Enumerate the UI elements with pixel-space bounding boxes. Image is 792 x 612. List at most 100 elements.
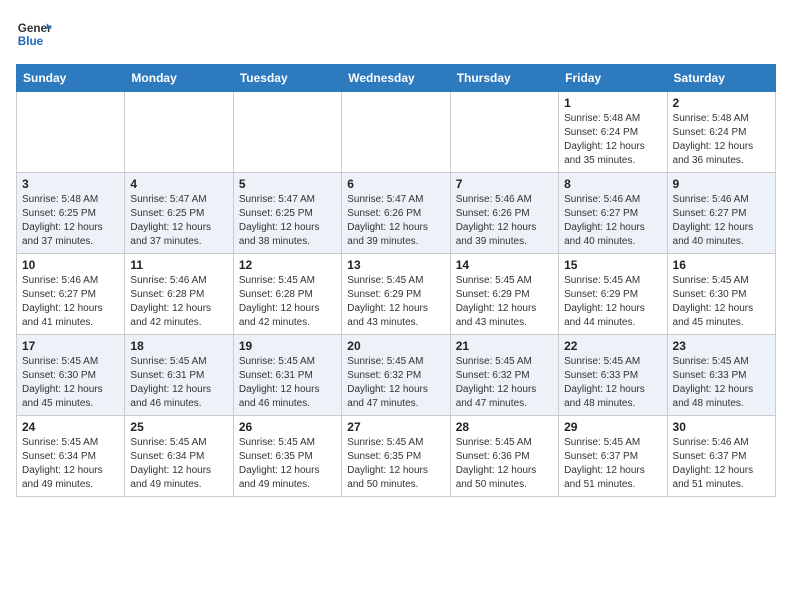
day-info: Sunrise: 5:45 AMSunset: 6:36 PMDaylight:…	[456, 436, 553, 492]
calendar-cell-3-1: 18Sunrise: 5:45 AMSunset: 6:31 PMDayligh…	[125, 335, 233, 416]
day-number: 30	[673, 420, 770, 434]
day-info: Sunrise: 5:46 AMSunset: 6:27 PMDaylight:…	[22, 274, 119, 330]
logo: General Blue	[16, 16, 52, 52]
day-info: Sunrise: 5:45 AMSunset: 6:31 PMDaylight:…	[239, 355, 336, 411]
day-info: Sunrise: 5:46 AMSunset: 6:28 PMDaylight:…	[130, 274, 227, 330]
calendar-cell-1-6: 9 Sunrise: 5:46 AMSunset: 6:27 PMDaylight…	[667, 173, 775, 254]
day-number: 21	[456, 339, 553, 353]
day-number: 11	[130, 258, 227, 272]
calendar-cell-0-6: 2 Sunrise: 5:48 AMSunset: 6:24 PMDaylight…	[667, 92, 775, 173]
day-info: Sunrise: 5:48 AMSunset: 6:25 PMDaylight:…	[22, 193, 119, 249]
weekday-header-saturday: Saturday	[667, 65, 775, 92]
calendar-cell-2-4: 14Sunrise: 5:45 AMSunset: 6:29 PMDayligh…	[450, 254, 558, 335]
calendar-cell-2-1: 11 Sunrise: 5:46 AMSunset: 6:28 PMDayligh…	[125, 254, 233, 335]
day-number: 7	[456, 177, 553, 191]
svg-text:Blue: Blue	[18, 35, 44, 48]
day-number: 26	[239, 420, 336, 434]
calendar-cell-4-0: 24 Sunrise: 5:45 AMSunset: 6:34 PMDayligh…	[17, 416, 125, 497]
day-number: 15	[564, 258, 661, 272]
calendar-cell-4-2: 26 Sunrise: 5:45 AMSunset: 6:35 PMDayligh…	[233, 416, 341, 497]
day-info: Sunrise: 5:45 AMSunset: 6:34 PMDaylight:…	[22, 436, 119, 492]
day-number: 6	[347, 177, 444, 191]
calendar-cell-3-3: 20Sunrise: 5:45 AMSunset: 6:32 PMDayligh…	[342, 335, 450, 416]
calendar-cell-0-0	[17, 92, 125, 173]
day-info: Sunrise: 5:45 AMSunset: 6:33 PMDaylight:…	[564, 355, 661, 411]
weekday-header-friday: Friday	[559, 65, 667, 92]
day-info: Sunrise: 5:45 AMSunset: 6:30 PMDaylight:…	[22, 355, 119, 411]
day-number: 12	[239, 258, 336, 272]
day-number: 1	[564, 96, 661, 110]
calendar-cell-3-6: 23Sunrise: 5:45 AMSunset: 6:33 PMDayligh…	[667, 335, 775, 416]
day-info: Sunrise: 5:45 AMSunset: 6:37 PMDaylight:…	[564, 436, 661, 492]
weekday-header-row: SundayMondayTuesdayWednesdayThursdayFrid…	[17, 65, 776, 92]
day-info: Sunrise: 5:46 AMSunset: 6:27 PMDaylight:…	[673, 193, 770, 249]
day-info: Sunrise: 5:45 AMSunset: 6:34 PMDaylight:…	[130, 436, 227, 492]
week-row-3: 10 Sunrise: 5:46 AMSunset: 6:27 PMDayligh…	[17, 254, 776, 335]
calendar-cell-2-2: 12 Sunrise: 5:45 AMSunset: 6:28 PMDayligh…	[233, 254, 341, 335]
day-number: 22	[564, 339, 661, 353]
day-info: Sunrise: 5:45 AMSunset: 6:29 PMDaylight:…	[564, 274, 661, 330]
day-info: Sunrise: 5:45 AMSunset: 6:35 PMDaylight:…	[347, 436, 444, 492]
calendar-cell-0-4	[450, 92, 558, 173]
day-number: 5	[239, 177, 336, 191]
calendar-cell-1-0: 3 Sunrise: 5:48 AMSunset: 6:25 PMDaylight…	[17, 173, 125, 254]
day-info: Sunrise: 5:46 AMSunset: 6:26 PMDaylight:…	[456, 193, 553, 249]
calendar-cell-2-3: 13Sunrise: 5:45 AMSunset: 6:29 PMDayligh…	[342, 254, 450, 335]
day-info: Sunrise: 5:48 AMSunset: 6:24 PMDaylight:…	[564, 112, 661, 168]
week-row-4: 17Sunrise: 5:45 AMSunset: 6:30 PMDayligh…	[17, 335, 776, 416]
calendar-cell-2-0: 10 Sunrise: 5:46 AMSunset: 6:27 PMDayligh…	[17, 254, 125, 335]
weekday-header-tuesday: Tuesday	[233, 65, 341, 92]
day-number: 16	[673, 258, 770, 272]
page-header: General Blue	[16, 16, 776, 52]
weekday-header-monday: Monday	[125, 65, 233, 92]
calendar-table: SundayMondayTuesdayWednesdayThursdayFrid…	[16, 64, 776, 497]
day-info: Sunrise: 5:47 AMSunset: 6:25 PMDaylight:…	[239, 193, 336, 249]
calendar-cell-1-2: 5 Sunrise: 5:47 AMSunset: 6:25 PMDaylight…	[233, 173, 341, 254]
logo-icon: General Blue	[16, 16, 52, 52]
calendar-cell-2-5: 15 Sunrise: 5:45 AMSunset: 6:29 PMDayligh…	[559, 254, 667, 335]
day-info: Sunrise: 5:45 AMSunset: 6:32 PMDaylight:…	[347, 355, 444, 411]
calendar-cell-3-0: 17Sunrise: 5:45 AMSunset: 6:30 PMDayligh…	[17, 335, 125, 416]
calendar-cell-1-1: 4Sunrise: 5:47 AMSunset: 6:25 PMDaylight…	[125, 173, 233, 254]
day-number: 2	[673, 96, 770, 110]
day-info: Sunrise: 5:48 AMSunset: 6:24 PMDaylight:…	[673, 112, 770, 168]
day-info: Sunrise: 5:45 AMSunset: 6:29 PMDaylight:…	[456, 274, 553, 330]
day-number: 8	[564, 177, 661, 191]
day-info: Sunrise: 5:45 AMSunset: 6:28 PMDaylight:…	[239, 274, 336, 330]
weekday-header-wednesday: Wednesday	[342, 65, 450, 92]
day-number: 19	[239, 339, 336, 353]
day-number: 9	[673, 177, 770, 191]
calendar-cell-1-5: 8Sunrise: 5:46 AMSunset: 6:27 PMDaylight…	[559, 173, 667, 254]
calendar-cell-3-4: 21 Sunrise: 5:45 AMSunset: 6:32 PMDayligh…	[450, 335, 558, 416]
day-info: Sunrise: 5:45 AMSunset: 6:35 PMDaylight:…	[239, 436, 336, 492]
day-number: 25	[130, 420, 227, 434]
day-number: 10	[22, 258, 119, 272]
weekday-header-thursday: Thursday	[450, 65, 558, 92]
calendar-cell-0-3	[342, 92, 450, 173]
day-info: Sunrise: 5:45 AMSunset: 6:33 PMDaylight:…	[673, 355, 770, 411]
week-row-2: 3 Sunrise: 5:48 AMSunset: 6:25 PMDaylight…	[17, 173, 776, 254]
calendar-cell-0-5: 1 Sunrise: 5:48 AMSunset: 6:24 PMDaylight…	[559, 92, 667, 173]
calendar-cell-0-2	[233, 92, 341, 173]
day-number: 28	[456, 420, 553, 434]
week-row-5: 24 Sunrise: 5:45 AMSunset: 6:34 PMDayligh…	[17, 416, 776, 497]
calendar-cell-4-4: 28 Sunrise: 5:45 AMSunset: 6:36 PMDayligh…	[450, 416, 558, 497]
calendar-cell-2-6: 16 Sunrise: 5:45 AMSunset: 6:30 PMDayligh…	[667, 254, 775, 335]
day-info: Sunrise: 5:45 AMSunset: 6:31 PMDaylight:…	[130, 355, 227, 411]
day-info: Sunrise: 5:46 AMSunset: 6:37 PMDaylight:…	[673, 436, 770, 492]
day-number: 29	[564, 420, 661, 434]
week-row-1: 1 Sunrise: 5:48 AMSunset: 6:24 PMDaylight…	[17, 92, 776, 173]
day-number: 24	[22, 420, 119, 434]
day-info: Sunrise: 5:45 AMSunset: 6:30 PMDaylight:…	[673, 274, 770, 330]
day-info: Sunrise: 5:47 AMSunset: 6:26 PMDaylight:…	[347, 193, 444, 249]
calendar-cell-3-2: 19 Sunrise: 5:45 AMSunset: 6:31 PMDayligh…	[233, 335, 341, 416]
calendar-cell-3-5: 22 Sunrise: 5:45 AMSunset: 6:33 PMDayligh…	[559, 335, 667, 416]
day-info: Sunrise: 5:45 AMSunset: 6:29 PMDaylight:…	[347, 274, 444, 330]
day-info: Sunrise: 5:45 AMSunset: 6:32 PMDaylight:…	[456, 355, 553, 411]
day-number: 3	[22, 177, 119, 191]
day-number: 27	[347, 420, 444, 434]
calendar-cell-0-1	[125, 92, 233, 173]
day-info: Sunrise: 5:47 AMSunset: 6:25 PMDaylight:…	[130, 193, 227, 249]
weekday-header-sunday: Sunday	[17, 65, 125, 92]
calendar-cell-4-3: 27 Sunrise: 5:45 AMSunset: 6:35 PMDayligh…	[342, 416, 450, 497]
